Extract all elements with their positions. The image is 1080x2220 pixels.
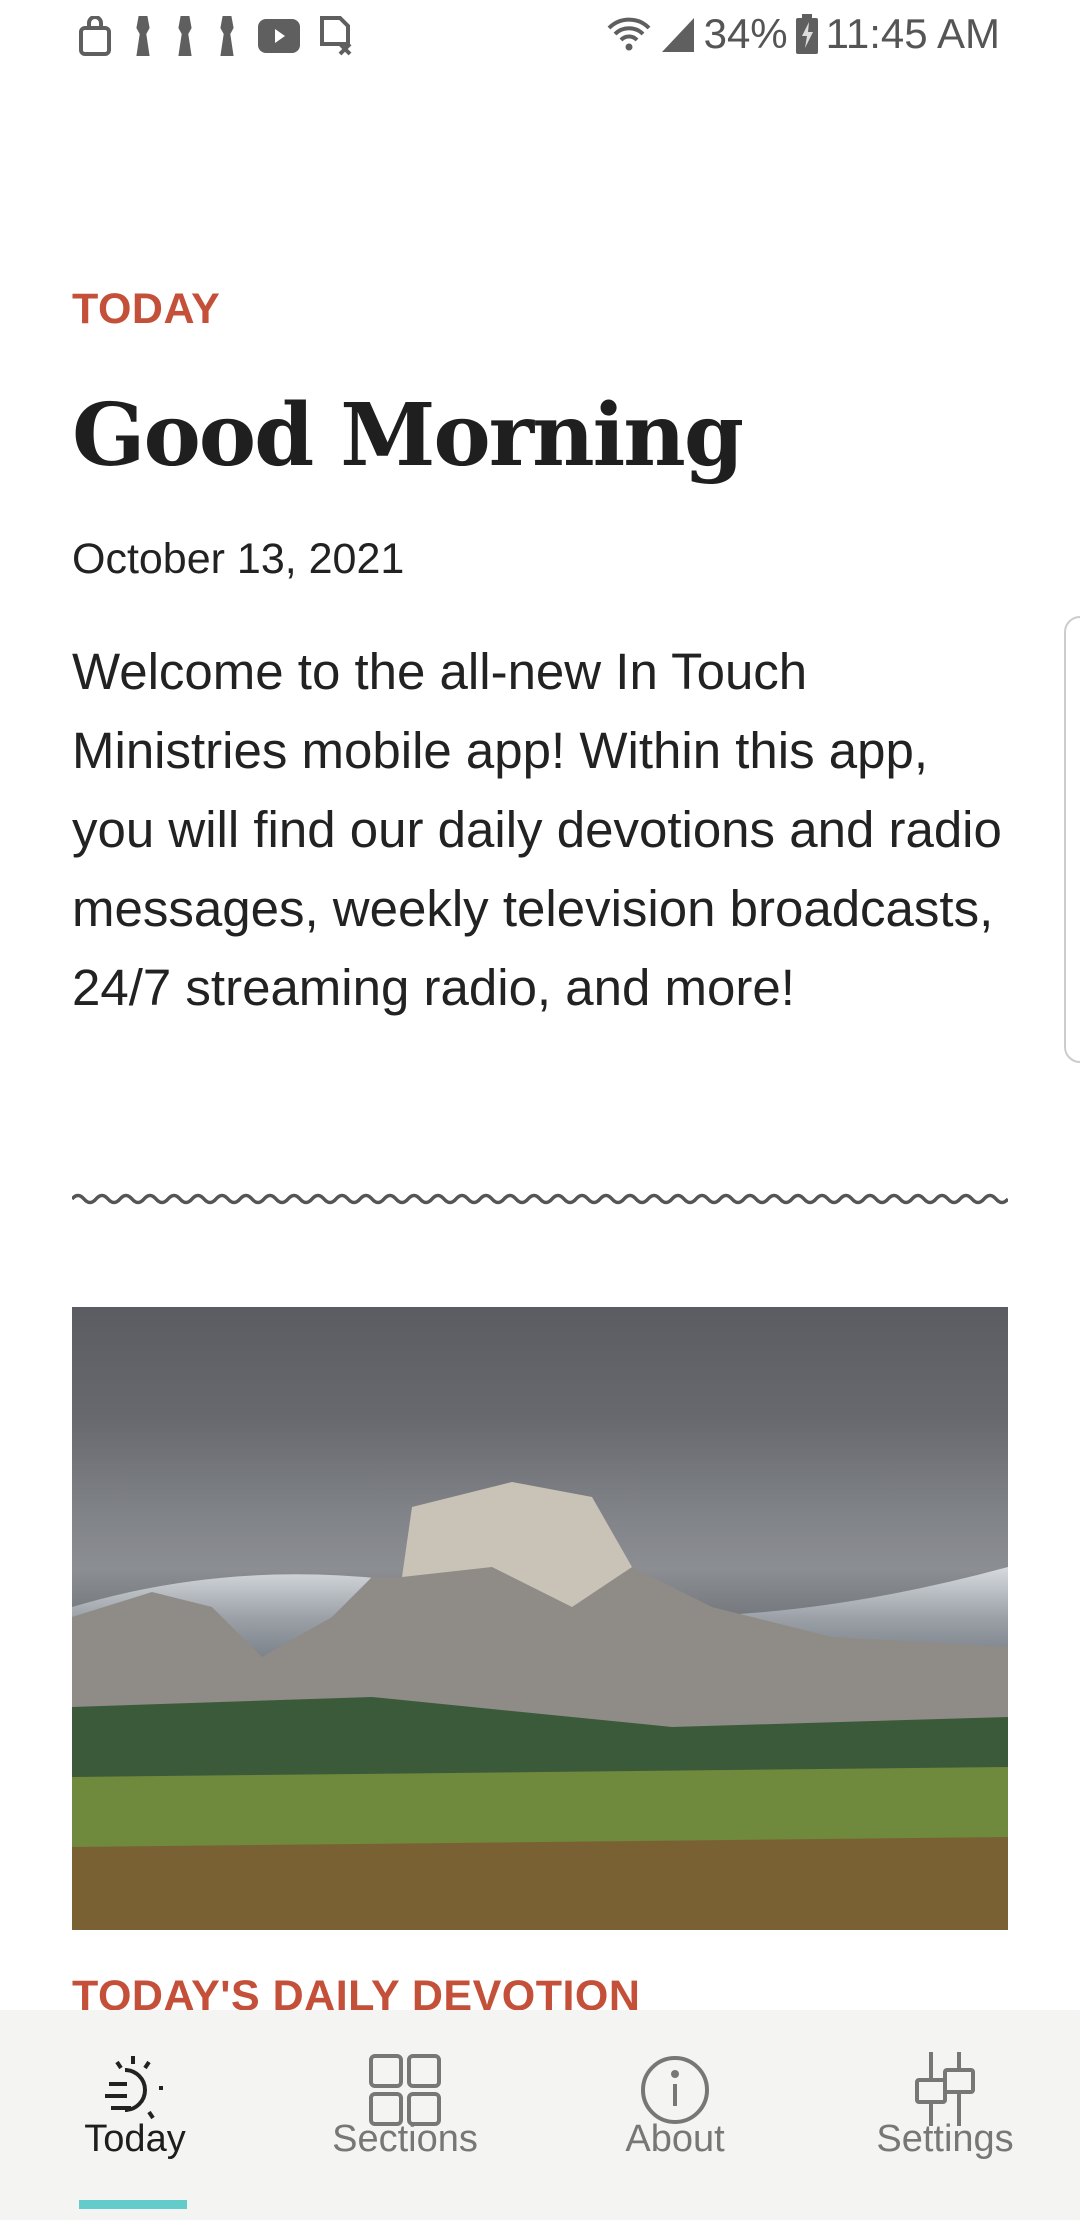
keyhole-icon (178, 16, 192, 56)
signal-icon (661, 18, 694, 52)
nav-label: Sections (332, 2118, 478, 2160)
nav-sections[interactable]: Sections (270, 2010, 540, 2220)
hero-image-mountain[interactable] (72, 1307, 1008, 1930)
intro-text: Welcome to the all-new In Touch Ministri… (72, 643, 1002, 1016)
keyhole-icon (136, 16, 150, 56)
battery-charging-icon (795, 14, 818, 54)
nav-about[interactable]: About (540, 2010, 810, 2220)
status-bar: 34% 11:45 AM (0, 0, 1080, 75)
bottom-nav: Today Sections About Settings (0, 2010, 1080, 2220)
nav-settings[interactable]: Settings (810, 2010, 1080, 2220)
clock: 11:45 AM (825, 10, 1000, 57)
active-tab-indicator (79, 2200, 187, 2209)
nav-today[interactable]: Today (0, 2010, 270, 2220)
battery-percent: 34% (703, 10, 788, 57)
youtube-icon (258, 19, 300, 53)
nav-label: About (625, 2118, 725, 2160)
shopping-bag-icon (79, 16, 111, 56)
date: October 13, 2021 (72, 535, 405, 583)
keyhole-icon (220, 16, 234, 56)
page-title: Good Morning (72, 385, 744, 486)
section-label: TODAY (72, 285, 221, 333)
no-sim-icon (320, 16, 352, 56)
wavy-divider (72, 1193, 1008, 1205)
wifi-icon (607, 17, 651, 51)
nav-label: Settings (876, 2118, 1014, 2160)
edge-panel-handle[interactable] (1064, 616, 1080, 1063)
nav-label: Today (84, 2118, 186, 2160)
